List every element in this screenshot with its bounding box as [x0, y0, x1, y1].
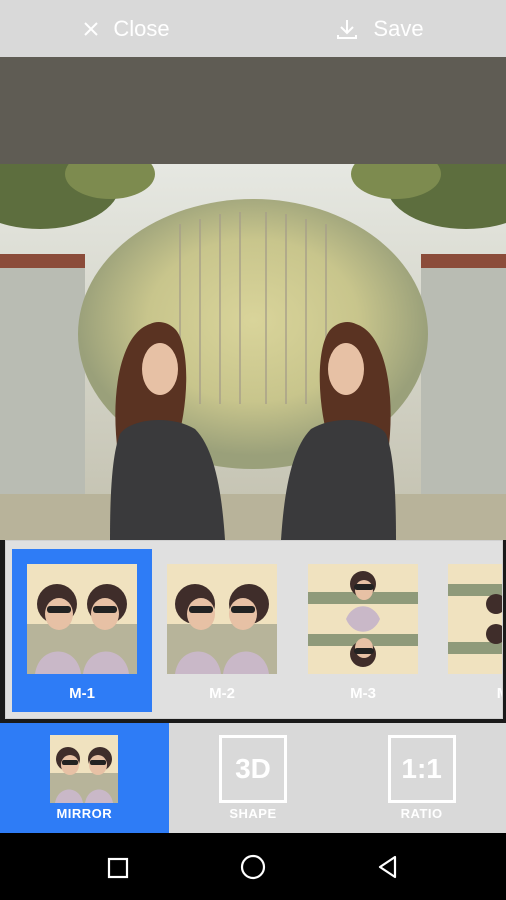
save-label: Save	[373, 15, 424, 41]
tool-tabs: MIRROR 3D SHAPE 1:1 RATIO	[0, 723, 506, 833]
mirror-presets-panel: M-1 M-2 M-3	[5, 540, 503, 719]
preset-m4-thumbnail	[448, 564, 502, 674]
back-icon	[379, 855, 397, 878]
preset-label: M	[433, 685, 502, 702]
back-button[interactable]	[358, 842, 418, 892]
tab-shape[interactable]: 3D SHAPE	[169, 723, 338, 833]
download-icon	[337, 19, 358, 39]
mirrored-photo-image	[0, 164, 506, 540]
save-button[interactable]: Save	[253, 0, 506, 57]
preset-m3-thumbnail	[308, 564, 418, 674]
tab-ratio[interactable]: 1:1 RATIO	[337, 723, 506, 833]
tab-mirror[interactable]: MIRROR	[0, 723, 169, 833]
close-button[interactable]: Close	[0, 0, 253, 57]
mirror-icon	[50, 735, 119, 803]
top-toolbar: Close Save	[0, 0, 506, 57]
preset-label: M-3	[350, 685, 376, 702]
recents-icon	[107, 857, 128, 878]
home-icon	[240, 854, 266, 879]
preset-m2[interactable]: M-2	[152, 549, 292, 712]
ratio-icon: 1:1	[387, 735, 456, 803]
close-label: Close	[113, 15, 170, 41]
preset-m1[interactable]: M-1	[12, 549, 152, 712]
tab-label: RATIO	[400, 806, 443, 821]
preset-m4[interactable]: M	[433, 549, 502, 712]
preset-m2-thumbnail	[167, 564, 277, 674]
preset-label: M-1	[69, 685, 95, 702]
home-button[interactable]	[223, 842, 283, 892]
preset-m3[interactable]: M-3	[293, 549, 433, 712]
tab-label: SHAPE	[229, 806, 277, 821]
close-icon	[84, 21, 99, 36]
3d-icon: 3D	[218, 735, 287, 803]
preset-m1-thumbnail	[27, 564, 137, 674]
tab-label: MIRROR	[56, 806, 113, 821]
recents-button[interactable]	[88, 842, 148, 892]
system-navigation-bar	[0, 833, 506, 900]
mirrored-photo[interactable]	[0, 164, 506, 540]
preset-label: M-2	[209, 685, 235, 702]
canvas-background	[0, 57, 506, 164]
